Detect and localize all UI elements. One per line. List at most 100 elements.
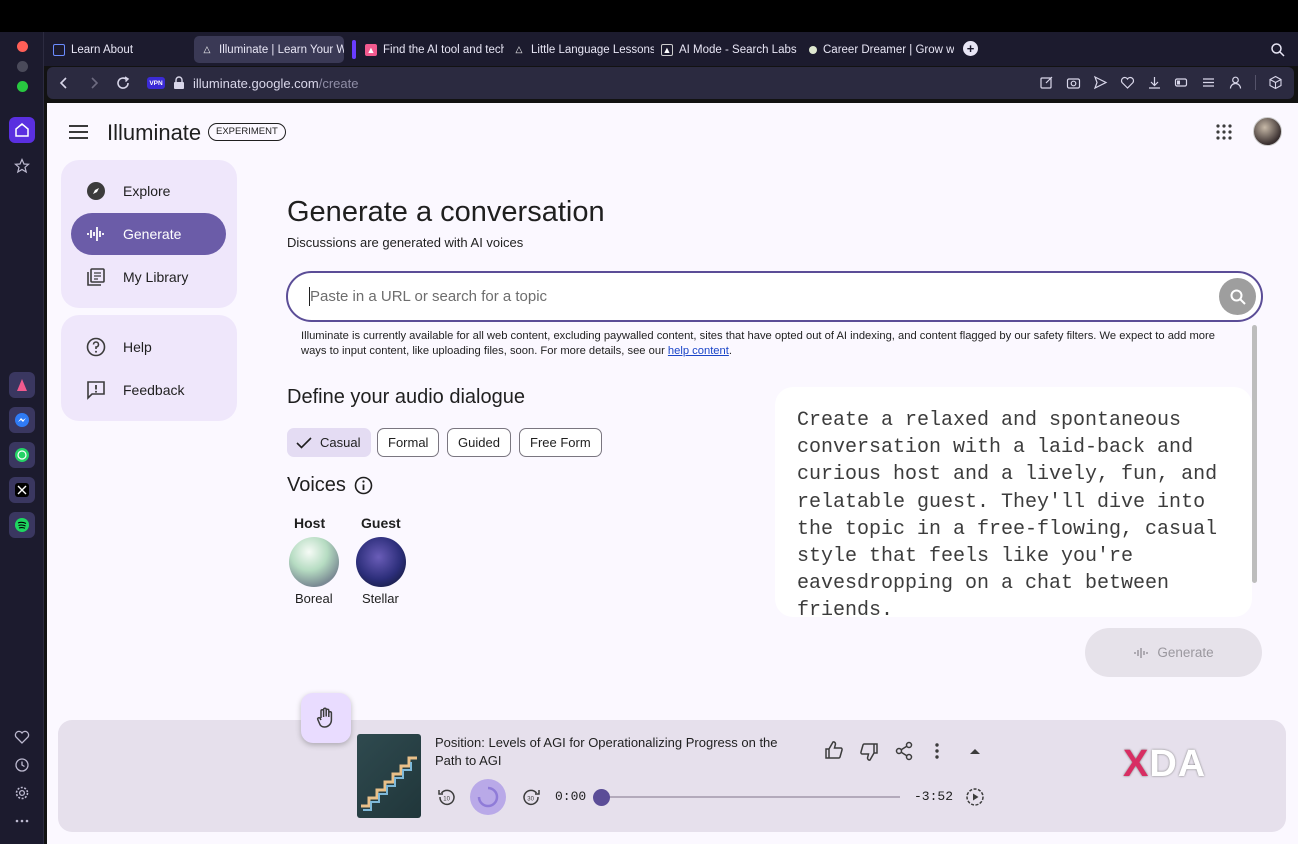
- style-chip-guided[interactable]: Guided: [447, 428, 511, 457]
- guest-label: Guest: [361, 515, 401, 531]
- reload-icon[interactable]: [115, 75, 131, 96]
- spotify-icon[interactable]: [9, 512, 35, 538]
- search-icon: [1230, 289, 1246, 305]
- tab-learn-about[interactable]: Learn About: [46, 36, 190, 63]
- thumbs-up-icon[interactable]: [824, 740, 844, 760]
- guest-voice-orb[interactable]: [356, 537, 406, 587]
- expand-up-icon[interactable]: [969, 747, 981, 755]
- topic-search-field[interactable]: Paste in a URL or search for a topic: [286, 271, 1263, 322]
- guest-voice-name: Stellar: [362, 591, 399, 606]
- tab-illuminate[interactable]: △ Illuminate | Learn Your W: [194, 36, 344, 63]
- scrollbar[interactable]: [1252, 325, 1257, 583]
- library-icon: [85, 266, 107, 288]
- nav-generate[interactable]: Generate: [71, 213, 226, 255]
- edit-icon[interactable]: [1039, 75, 1054, 90]
- tab-career-dreamer[interactable]: Career Dreamer | Grow w: [802, 36, 954, 63]
- new-tab-button[interactable]: +: [963, 41, 978, 56]
- nav-label: Explore: [123, 183, 171, 199]
- availability-notice: Illuminate is currently available for al…: [301, 329, 1241, 358]
- camera-icon[interactable]: [1066, 75, 1081, 90]
- x-twitter-icon[interactable]: [9, 477, 35, 503]
- heart-icon[interactable]: [1120, 75, 1135, 90]
- host-voice-orb[interactable]: [289, 537, 339, 587]
- chip-label: Formal: [388, 435, 429, 450]
- svg-text:30: 30: [527, 796, 534, 802]
- window-titlebar: [0, 0, 1298, 32]
- more-icon[interactable]: [9, 808, 35, 834]
- battery-icon[interactable]: [1174, 75, 1189, 90]
- send-icon[interactable]: [1093, 75, 1108, 90]
- settings-icon[interactable]: [9, 780, 35, 806]
- style-chip-free-form[interactable]: Free Form: [519, 428, 602, 457]
- tab-find-ai-tool[interactable]: ▲ Find the AI tool and tech: [358, 36, 504, 63]
- episode-thumbnail[interactable]: [357, 734, 421, 818]
- search-placeholder: Paste in a URL or search for a topic: [310, 288, 548, 305]
- forward-icon[interactable]: [87, 75, 101, 96]
- avatar[interactable]: [1253, 117, 1282, 146]
- nav-help[interactable]: Help: [71, 326, 226, 368]
- minimize-window-button[interactable]: [17, 61, 28, 72]
- messenger-icon[interactable]: [9, 407, 35, 433]
- download-icon[interactable]: [1147, 75, 1162, 90]
- svg-text:10: 10: [443, 796, 450, 802]
- rewind-10-icon[interactable]: 10: [437, 787, 457, 807]
- generate-label: Generate: [1157, 645, 1214, 660]
- nav-label: Feedback: [123, 382, 185, 398]
- watermark-prefix: X: [1123, 743, 1150, 785]
- profile-icon[interactable]: [1228, 75, 1243, 90]
- thumbs-down-icon[interactable]: [859, 742, 879, 762]
- cube-icon[interactable]: [1268, 75, 1283, 90]
- style-prompt-box[interactable]: Create a relaxed and spontaneous convers…: [775, 387, 1252, 617]
- sound-wave-icon: [85, 223, 107, 245]
- tab-little-language-lessons[interactable]: △ Little Language Lessons: [506, 36, 654, 63]
- share-icon[interactable]: [894, 741, 914, 761]
- back-icon[interactable]: [57, 75, 71, 96]
- address-bar: VPN illuminate.google.com/create: [47, 67, 1294, 99]
- progress-track[interactable]: [603, 796, 900, 798]
- lock-icon[interactable]: [173, 76, 185, 95]
- style-chip-formal[interactable]: Formal: [377, 428, 440, 457]
- nav-feedback[interactable]: Feedback: [71, 369, 226, 411]
- tab-label: Learn About: [71, 43, 134, 56]
- elapsed-time: 0:00: [555, 789, 587, 804]
- browser-sidebar: [0, 32, 44, 844]
- raise-hand-button[interactable]: [301, 693, 351, 743]
- vpn-badge[interactable]: VPN: [147, 77, 165, 89]
- generate-button[interactable]: Generate: [1085, 628, 1262, 677]
- style-chip-casual[interactable]: Casual: [287, 428, 372, 457]
- nav-explore[interactable]: Explore: [71, 170, 226, 212]
- forward-30-icon[interactable]: 30: [521, 787, 541, 807]
- progress-knob[interactable]: [593, 789, 610, 806]
- info-icon[interactable]: [354, 476, 373, 495]
- hand-icon: [316, 707, 333, 728]
- tab-ai-mode[interactable]: ▲ AI Mode - Search Labs: [654, 36, 800, 63]
- tab-label: Career Dreamer | Grow w: [823, 43, 954, 56]
- history-icon[interactable]: [9, 752, 35, 778]
- home-icon[interactable]: [9, 117, 35, 143]
- loading-spinner-icon[interactable]: [470, 779, 506, 815]
- menu-icon[interactable]: [1201, 75, 1216, 90]
- nav-my-library[interactable]: My Library: [71, 256, 226, 298]
- style-prompt-text: Create a relaxed and spontaneous convers…: [797, 409, 1218, 617]
- nav-label: Help: [123, 339, 152, 355]
- close-window-button[interactable]: [17, 41, 28, 52]
- secondary-nav: Help Feedback: [61, 315, 237, 421]
- playback-speed-icon[interactable]: [965, 787, 985, 807]
- compass-icon: [85, 180, 107, 202]
- tab-label: AI Mode - Search Labs: [679, 43, 797, 56]
- search-button[interactable]: [1219, 278, 1256, 315]
- star-icon[interactable]: [9, 153, 35, 179]
- more-vert-icon[interactable]: [934, 742, 940, 760]
- illuminate-page: Illuminate EXPERIMENT Explore Generate M…: [47, 103, 1298, 844]
- remaining-time: -3:52: [914, 789, 954, 804]
- search-tabs-icon[interactable]: [1270, 42, 1286, 63]
- heart-icon[interactable]: [9, 724, 35, 750]
- labs-app-icon[interactable]: [9, 372, 35, 398]
- maximize-window-button[interactable]: [17, 81, 28, 92]
- url-text[interactable]: illuminate.google.com/create: [193, 76, 358, 91]
- help-content-link[interactable]: help content: [668, 345, 729, 357]
- hamburger-menu-icon[interactable]: [69, 125, 88, 144]
- whatsapp-icon[interactable]: [9, 442, 35, 468]
- host-voice-name: Boreal: [295, 591, 333, 606]
- apps-grid-icon[interactable]: [1216, 124, 1232, 145]
